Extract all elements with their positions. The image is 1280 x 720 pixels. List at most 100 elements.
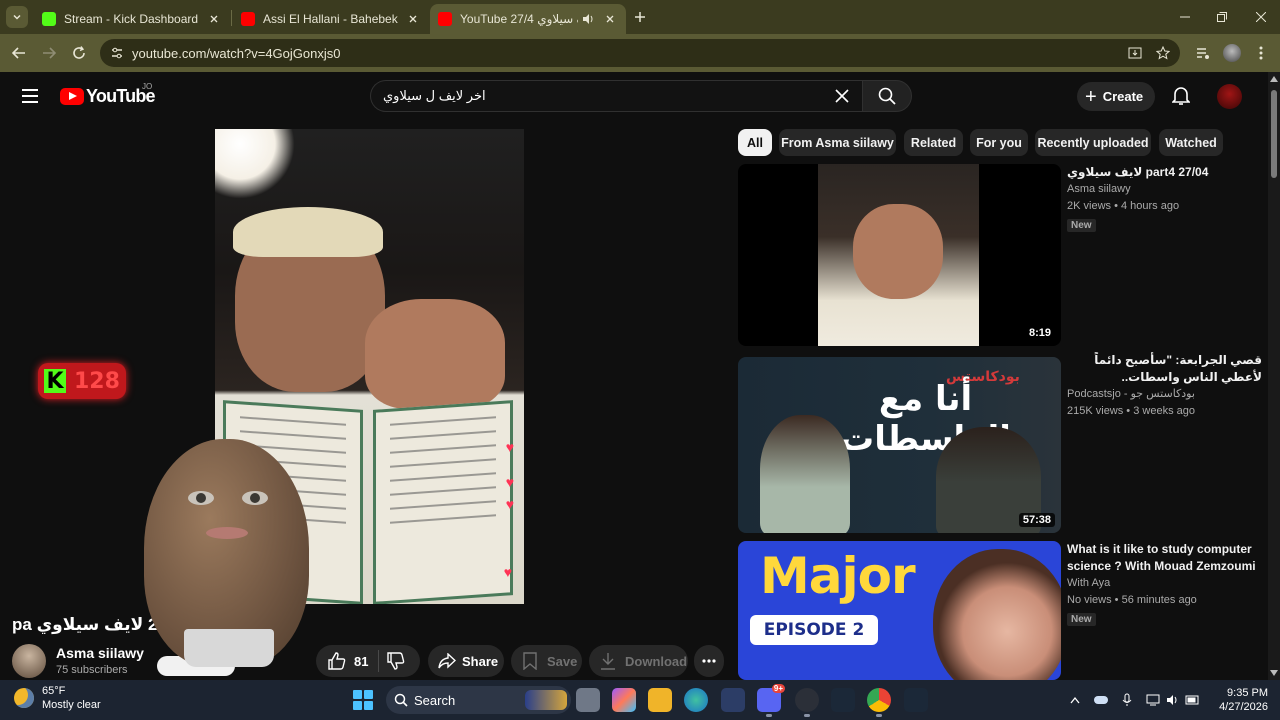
steam-icon[interactable] xyxy=(831,688,855,712)
edge-browser-icon[interactable] xyxy=(684,688,708,712)
notifications-bell-icon[interactable] xyxy=(1169,84,1193,108)
scroll-down-icon[interactable] xyxy=(1270,670,1278,676)
chip-from-channel[interactable]: From Asma siilawy xyxy=(779,129,896,156)
speaker-icon[interactable] xyxy=(580,11,596,27)
reload-button[interactable] xyxy=(68,42,90,64)
menu-icon[interactable] xyxy=(18,84,42,108)
save-button[interactable]: Save xyxy=(511,645,582,677)
search-input[interactable]: اخر لايف ل سيلاوي xyxy=(370,80,862,112)
heart-icon: ♥ xyxy=(505,474,514,490)
tab-assi-el-hallani[interactable]: Assi El Hallani - Bahebek We Bg xyxy=(233,4,429,34)
recommendation-thumbnail[interactable]: بودكاستس أنا مع الواسطات 57:38 xyxy=(738,357,1061,533)
person-hair xyxy=(233,207,383,257)
address-bar[interactable]: youtube.com/watch?v=4GojGonxjs0 xyxy=(100,39,1180,67)
recommendation-title[interactable]: part4 27/04 لايف سيلاوي xyxy=(1067,164,1262,181)
account-avatar[interactable] xyxy=(1217,84,1242,109)
chip-for-you[interactable]: For you xyxy=(970,129,1028,156)
back-button[interactable] xyxy=(8,42,30,64)
tab-kick-dashboard[interactable]: Stream - Kick Dashboard xyxy=(34,4,230,34)
create-button[interactable]: + Create xyxy=(1077,82,1156,111)
viewer-count: 128 xyxy=(74,368,120,394)
recommendation-title[interactable]: قصي الجرابعة: "سأصبح دائماً لأعطي الناس … xyxy=(1067,352,1262,386)
more-vert-icon xyxy=(1259,46,1263,60)
chrome-icon[interactable] xyxy=(867,688,891,717)
weather-icon xyxy=(14,688,34,708)
youtube-play-icon xyxy=(60,88,84,105)
browser-menu-button[interactable] xyxy=(1250,42,1272,64)
steam-icon[interactable] xyxy=(904,688,928,712)
profile-avatar[interactable] xyxy=(1221,42,1243,64)
recommendation-title[interactable]: What is it like to study computer scienc… xyxy=(1067,541,1262,575)
discord-icon[interactable]: 9+ xyxy=(757,684,785,717)
search-button[interactable] xyxy=(862,80,912,112)
clock-date: 4/27/2026 xyxy=(1219,701,1268,713)
task-view-icon[interactable] xyxy=(576,688,600,712)
channel-avatar[interactable] xyxy=(12,644,46,678)
arrow-right-icon xyxy=(43,47,56,59)
network-icon[interactable] xyxy=(1144,690,1162,710)
page-scrollbar[interactable] xyxy=(1268,72,1280,680)
divider xyxy=(378,650,380,672)
system-clock[interactable]: 9:35 PM 4/27/2026 xyxy=(1212,686,1268,714)
close-icon[interactable] xyxy=(405,11,421,27)
media-controls-button[interactable] xyxy=(1192,42,1214,64)
search-query[interactable]: اخر لايف ل سيلاوي xyxy=(371,88,830,104)
taskbar-search[interactable]: Search xyxy=(386,686,571,714)
download-button[interactable]: Download xyxy=(589,645,688,677)
close-icon[interactable] xyxy=(206,11,222,27)
like-button[interactable] xyxy=(326,650,348,672)
new-tab-button[interactable] xyxy=(630,7,650,27)
volume-icon[interactable] xyxy=(1164,690,1182,710)
reload-icon xyxy=(73,46,85,59)
site-info-icon[interactable] xyxy=(106,42,128,64)
window-close-button[interactable] xyxy=(1250,6,1272,28)
recommendation-info[interactable]: part4 27/04 لايف سيلاوي Asma siilawy 2K … xyxy=(1067,164,1262,233)
weather-widget[interactable]: 65°F Mostly clear xyxy=(14,684,101,712)
microphone-icon[interactable] xyxy=(1118,690,1136,710)
chip-recently-uploaded[interactable]: Recently uploaded xyxy=(1035,129,1151,156)
recommendation-thumbnail[interactable]: Major EPISODE 2 xyxy=(738,541,1061,680)
windows-start-icon[interactable] xyxy=(353,690,373,710)
channel-name[interactable]: Asma siilawy xyxy=(56,645,144,661)
forward-button[interactable] xyxy=(38,42,60,64)
recommendation-channel[interactable]: With Aya xyxy=(1067,575,1262,592)
recommendation-channel[interactable]: Asma siilawy xyxy=(1067,181,1262,198)
scrollbar-thumb[interactable] xyxy=(1271,90,1277,178)
url-text[interactable]: youtube.com/watch?v=4GojGonxjs0 xyxy=(132,46,1124,61)
close-icon[interactable] xyxy=(602,11,618,27)
copilot-icon[interactable] xyxy=(612,688,636,712)
recommendation-thumbnail[interactable]: 8:19 xyxy=(738,164,1061,346)
dislike-button[interactable] xyxy=(385,650,407,672)
minimize-button[interactable] xyxy=(1174,6,1196,28)
create-label: Create xyxy=(1102,89,1144,104)
bookmark-star-icon[interactable] xyxy=(1152,42,1174,64)
chip-all[interactable]: All xyxy=(738,129,772,156)
kick-viewer-overlay: K 128 xyxy=(38,363,126,399)
chevron-up-icon[interactable] xyxy=(1066,690,1084,710)
chip-related[interactable]: Related xyxy=(904,129,963,156)
microsoft-store-icon[interactable] xyxy=(721,688,745,712)
file-explorer-icon[interactable] xyxy=(648,688,672,712)
clear-search-icon[interactable] xyxy=(830,84,854,108)
tab-search-button[interactable] xyxy=(6,6,28,28)
queue-music-icon xyxy=(1197,48,1209,59)
youtube-logo[interactable]: YouTube JO xyxy=(60,82,156,107)
install-app-icon[interactable] xyxy=(1124,42,1146,64)
tab-youtube-live[interactable]: YouTube 27/4 لايف سيلاوي xyxy=(430,4,626,34)
recommendation-info[interactable]: What is it like to study computer scienc… xyxy=(1067,541,1262,627)
tab-title: Assi El Hallani - Bahebek We Bg xyxy=(263,12,399,26)
share-button[interactable]: Share xyxy=(428,645,504,677)
chevron-down-icon xyxy=(13,14,21,20)
recommendation-info[interactable]: قصي الجرابعة: "سأصبح دائماً لأعطي الناس … xyxy=(1067,352,1262,420)
scroll-up-icon[interactable] xyxy=(1270,76,1278,82)
chip-watched[interactable]: Watched xyxy=(1159,129,1223,156)
more-actions-button[interactable] xyxy=(694,645,724,677)
obs-icon[interactable] xyxy=(795,688,819,717)
restore-button[interactable] xyxy=(1211,6,1233,28)
search-icon xyxy=(878,87,896,105)
battery-icon[interactable] xyxy=(1184,690,1202,710)
onedrive-icon[interactable] xyxy=(1092,690,1110,710)
recommendation-channel[interactable]: Podcastsjo - بودكاستس جو xyxy=(1067,386,1262,403)
like-dislike-group: 81 xyxy=(316,645,420,677)
new-badge: New xyxy=(1067,219,1096,232)
